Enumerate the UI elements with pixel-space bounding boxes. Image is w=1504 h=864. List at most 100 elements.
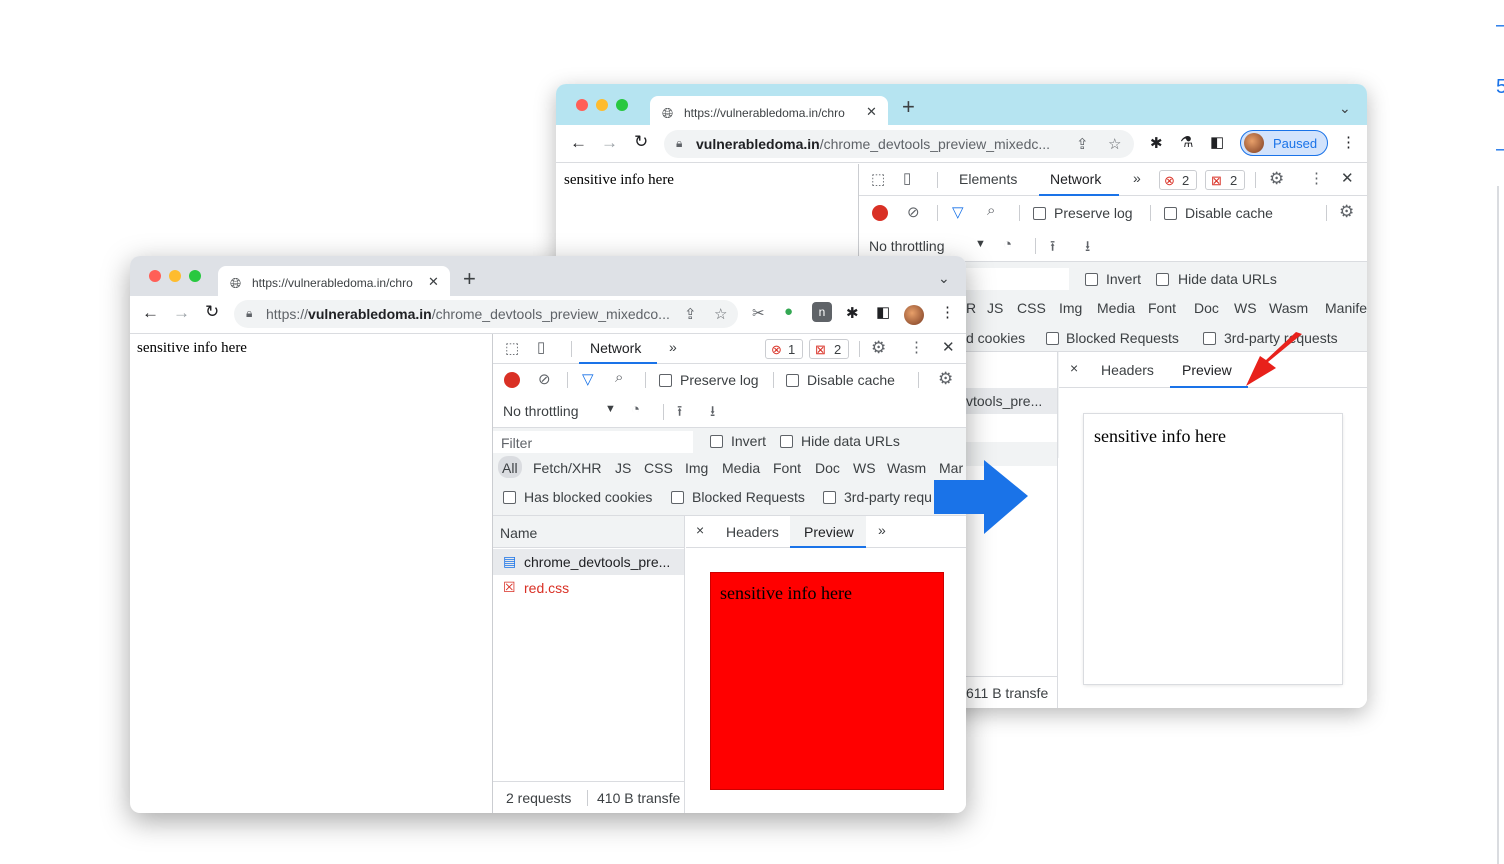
lab-flask-icon[interactable]: ⚗︎ [1180, 133, 1193, 151]
edge-link-fragment-2[interactable]: 5 [1496, 76, 1504, 99]
filter-funnel-icon[interactable]: ▽ [952, 203, 964, 221]
reload-icon[interactable]: ↻ [634, 132, 648, 152]
scissors-extension-icon[interactable]: ✂ [752, 304, 765, 322]
third-party-checkbox[interactable] [1203, 332, 1216, 345]
type-filter-media[interactable]: Media [1097, 300, 1135, 316]
browser-tab[interactable]: 🌐︎ https://vulnerabledoma.in/chro ✕ [218, 266, 450, 300]
type-filter-css[interactable]: CSS [644, 460, 673, 476]
has-blocked-cookies-checkbox[interactable] [503, 491, 516, 504]
tab-preview[interactable]: Preview [1182, 362, 1232, 378]
reload-icon[interactable]: ↻ [205, 302, 219, 322]
search-icon[interactable]: ⌕ [615, 369, 623, 386]
back-arrow-icon[interactable]: ← [142, 303, 159, 323]
type-filter-js[interactable]: JS [615, 460, 631, 476]
settings-gear-icon[interactable]: ⚙ [871, 338, 886, 358]
new-tab-button[interactable]: + [463, 266, 476, 292]
share-icon[interactable]: ⇪ [1076, 135, 1089, 153]
device-toolbar-icon[interactable]: ▯ [537, 338, 545, 356]
search-icon[interactable]: ⌕ [987, 202, 995, 219]
extensions-puzzle-icon[interactable]: ✱ [1150, 134, 1163, 152]
omnibox[interactable]: 🔒︎ https://vulnerabledoma.in/chrome_devt… [234, 300, 738, 328]
network-conditions-icon[interactable]: ◔ [631, 401, 640, 418]
profile-paused-button[interactable]: Paused [1240, 130, 1328, 156]
type-filter-img[interactable]: Img [1059, 300, 1082, 316]
extensions-puzzle-icon[interactable]: ✱ [846, 304, 859, 322]
minimize-window-button[interactable] [169, 270, 181, 282]
filter-funnel-icon[interactable]: ▽ [582, 370, 594, 388]
throttling-select[interactable]: No throttling [503, 403, 578, 419]
filter-input[interactable]: Filter [493, 431, 693, 453]
record-button[interactable] [504, 372, 520, 388]
tab-search-chevron-icon[interactable]: ⌄ [938, 270, 950, 287]
invert-checkbox[interactable] [710, 435, 723, 448]
devtools-menu-icon[interactable]: ⋮ [909, 338, 924, 356]
disable-cache-checkbox[interactable] [1164, 207, 1177, 220]
disable-cache-checkbox[interactable] [786, 374, 799, 387]
type-filter-font[interactable]: Font [773, 460, 801, 476]
omnibox[interactable]: 🔒︎ vulnerabledoma.in/chrome_devtools_pre… [664, 130, 1134, 158]
close-tab-icon[interactable]: ✕ [428, 274, 439, 290]
type-filter-media[interactable]: Media [722, 460, 760, 476]
type-filter-doc[interactable]: Doc [815, 460, 840, 476]
issues-count-badge[interactable]: ⊠ 2 [809, 339, 849, 359]
close-detail-icon[interactable]: × [1070, 360, 1078, 376]
minimize-window-button[interactable] [596, 99, 608, 111]
export-har-icon[interactable]: ⭳ [1085, 236, 1090, 261]
edge-link-fragment-1[interactable]: – [1496, 14, 1504, 37]
side-panel-icon[interactable]: ◧ [876, 303, 890, 321]
type-filter-fetch-xhr[interactable]: Fetch/XHR [533, 460, 601, 476]
type-filter-img[interactable]: Img [685, 460, 708, 476]
preserve-log-checkbox[interactable] [659, 374, 672, 387]
close-window-button[interactable] [576, 99, 588, 111]
tab-network[interactable]: Network [590, 340, 641, 356]
bookmark-star-icon[interactable]: ☆ [1108, 135, 1121, 153]
hide-data-urls-checkbox[interactable] [780, 435, 793, 448]
back-arrow-icon[interactable]: ← [570, 133, 587, 153]
browser-menu-icon[interactable]: ⋮ [940, 303, 955, 321]
close-devtools-icon[interactable]: ✕ [942, 338, 955, 356]
close-devtools-icon[interactable]: ✕ [1341, 169, 1354, 187]
zoom-window-button[interactable] [189, 270, 201, 282]
more-tabs-chevron-icon[interactable]: » [1133, 170, 1141, 186]
close-detail-icon[interactable]: × [696, 522, 704, 538]
forward-arrow-icon[interactable]: → [173, 303, 190, 323]
close-window-button[interactable] [149, 270, 161, 282]
inspect-element-icon[interactable]: ⬚ [871, 170, 885, 188]
green-extension-icon[interactable]: ● [784, 303, 793, 320]
type-filter-ws[interactable]: WS [853, 460, 876, 476]
type-filter-js[interactable]: JS [987, 300, 1003, 316]
network-settings-gear-icon[interactable]: ⚙ [938, 369, 953, 389]
network-conditions-icon[interactable]: ◔ [1003, 236, 1012, 253]
import-har-icon[interactable]: ⭱ [1050, 236, 1055, 261]
type-filter-font[interactable]: Font [1148, 300, 1176, 316]
browser-menu-icon[interactable]: ⋮ [1341, 133, 1356, 151]
request-row[interactable]: ▤ chrome_devtools_pre... [493, 549, 684, 575]
tab-network[interactable]: Network [1050, 171, 1101, 187]
hide-data-urls-checkbox[interactable] [1156, 273, 1169, 286]
name-column-header[interactable]: Name [493, 516, 684, 548]
edge-link-fragment-3[interactable]: – [1496, 138, 1504, 161]
issues-count-badge[interactable]: ⊠ 2 [1205, 170, 1245, 190]
type-filter-manifest[interactable]: Manife [1325, 300, 1367, 316]
tab-headers[interactable]: Headers [726, 524, 779, 540]
close-tab-icon[interactable]: ✕ [866, 104, 877, 120]
devtools-menu-icon[interactable]: ⋮ [1309, 169, 1324, 187]
type-filter-wasm[interactable]: Wasm [1269, 300, 1308, 316]
dropdown-arrow-icon[interactable]: ▼ [605, 403, 616, 415]
tab-headers[interactable]: Headers [1101, 362, 1154, 378]
avatar[interactable] [904, 305, 924, 325]
tab-elements[interactable]: Elements [959, 171, 1017, 187]
export-har-icon[interactable]: ⭳ [710, 401, 715, 426]
forward-arrow-icon[interactable]: → [601, 133, 618, 153]
preserve-log-checkbox[interactable] [1033, 207, 1046, 220]
n-extension-icon[interactable]: n [812, 302, 832, 322]
type-filter-partial[interactable]: R [966, 300, 976, 316]
error-count-badge[interactable]: ⊗ 1 [765, 339, 803, 359]
record-button[interactable] [872, 205, 888, 221]
side-panel-icon[interactable]: ◧ [1210, 133, 1224, 151]
tab-search-chevron-icon[interactable]: ⌄ [1339, 100, 1351, 117]
device-toolbar-icon[interactable]: ▯ [903, 169, 911, 187]
type-filter-css[interactable]: CSS [1017, 300, 1046, 316]
inspect-element-icon[interactable]: ⬚ [505, 339, 519, 357]
tab-preview[interactable]: Preview [804, 524, 854, 540]
